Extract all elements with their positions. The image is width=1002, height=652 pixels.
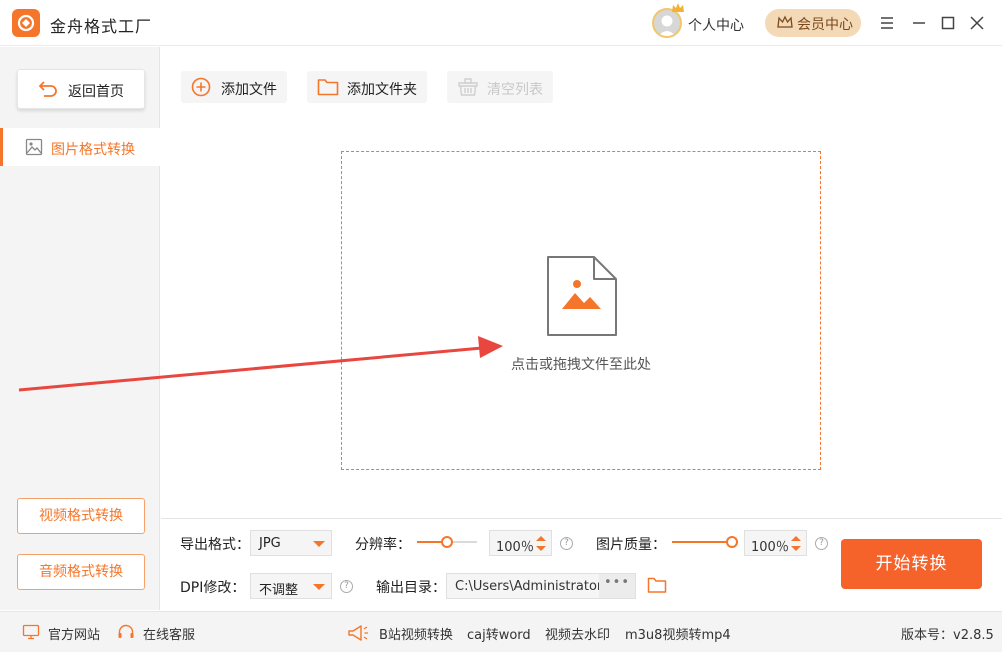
official-website-link[interactable]: 官方网站 — [48, 624, 100, 643]
online-support-link[interactable]: 在线客服 — [143, 624, 195, 643]
export-format-value: JPG — [259, 536, 281, 551]
drop-hint: 点击或拖拽文件至此处 — [511, 357, 651, 373]
chevron-down-icon — [313, 584, 325, 590]
dpi-value: 不调整 — [259, 583, 299, 598]
monitor-icon — [22, 624, 40, 640]
image-quality-label: 图片质量： — [596, 537, 666, 553]
image-quality-value: 100％ — [751, 540, 789, 555]
m3u8-to-mp4-link[interactable]: m3u8视频转mp4 — [625, 624, 731, 643]
export-format-select[interactable]: JPG — [250, 530, 332, 556]
status-bar: 官方网站 在线客服 B站视频转换 caj转word 视频去水印 m3u8视频转m… — [0, 611, 1002, 652]
image-quality-slider-thumb[interactable] — [726, 536, 738, 548]
close-icon[interactable] — [967, 13, 987, 33]
image-quality-stepper[interactable]: 100％ — [744, 530, 807, 556]
question-circle-icon[interactable]: ? — [815, 537, 828, 550]
minimize-icon[interactable] — [909, 13, 929, 33]
image-file-icon — [547, 256, 617, 336]
question-circle-icon[interactable]: ? — [560, 537, 573, 550]
output-dir-value: C:\Users\Administrator\De — [455, 579, 601, 594]
stepper-down-icon[interactable] — [791, 546, 801, 551]
version-label: 版本号：v2.8.5 — [901, 628, 994, 643]
image-icon — [25, 138, 43, 156]
megaphone-icon — [348, 625, 368, 641]
headset-icon — [118, 624, 134, 638]
browse-more-button[interactable]: ••• — [599, 574, 635, 598]
return-home-button[interactable]: 返回首页 — [17, 69, 145, 109]
app-logo-icon — [12, 9, 40, 37]
folder-icon — [317, 79, 339, 96]
stepper-up-icon[interactable] — [536, 536, 546, 541]
export-format-label: 导出格式： — [180, 537, 250, 553]
add-folder-button[interactable]: 添加文件夹 — [307, 71, 427, 103]
audio-convert-button[interactable]: 音频格式转换 — [17, 554, 145, 590]
resolution-value: 100％ — [496, 540, 534, 555]
dpi-label: DPI修改： — [180, 580, 246, 596]
stepper-up-icon[interactable] — [791, 536, 801, 541]
resolution-slider[interactable] — [417, 535, 477, 549]
app-title: 金舟格式工厂 — [50, 17, 153, 36]
add-folder-label: 添加文件夹 — [347, 82, 417, 98]
image-quality-slider[interactable] — [672, 535, 738, 549]
plus-circle-icon — [191, 77, 211, 97]
folder-icon[interactable] — [647, 576, 667, 594]
personal-center-link[interactable]: 个人中心 — [688, 15, 744, 35]
output-dir-label: 输出目录： — [376, 580, 446, 596]
resolution-stepper[interactable]: 100％ — [489, 530, 552, 556]
title-bar: 金舟格式工厂 个人中心 会员中心 — [0, 0, 1002, 46]
output-dir-field[interactable]: C:\Users\Administrator\De ••• — [446, 573, 636, 599]
dpi-select[interactable]: 不调整 — [250, 573, 332, 599]
sidebar-item-image-convert[interactable]: 图片格式转换 — [0, 128, 160, 166]
crown-icon — [777, 15, 793, 28]
video-watermark-link[interactable]: 视频去水印 — [545, 624, 610, 643]
start-convert-button[interactable]: 开始转换 — [841, 539, 982, 589]
avatar[interactable] — [652, 8, 682, 38]
resolution-label: 分辨率： — [355, 537, 411, 553]
maximize-icon[interactable] — [938, 13, 958, 33]
question-circle-icon[interactable]: ? — [340, 580, 353, 593]
vip-center-label: 会员中心 — [797, 17, 853, 33]
vip-center-button[interactable]: 会员中心 — [765, 9, 861, 37]
bilibili-convert-link[interactable]: B站视频转换 — [379, 624, 453, 643]
caj-to-word-link[interactable]: caj转word — [467, 624, 531, 643]
return-home-label: 返回首页 — [68, 84, 124, 100]
return-arrow-icon — [38, 81, 57, 97]
chevron-down-icon — [313, 541, 325, 547]
add-file-label: 添加文件 — [221, 82, 277, 98]
stepper-down-icon[interactable] — [536, 546, 546, 551]
settings-panel: 导出格式： JPG 分辨率： 100％ ? 图片质量： 100％ ? DPI修改… — [161, 518, 1002, 610]
hamburger-menu-icon[interactable] — [877, 13, 897, 33]
sidebar-item-label: 图片格式转换 — [51, 142, 135, 158]
trash-basket-icon — [458, 78, 478, 96]
clear-list-label: 清空列表 — [487, 82, 543, 98]
resolution-slider-thumb[interactable] — [441, 536, 453, 548]
crown-icon — [672, 3, 684, 12]
video-convert-button[interactable]: 视频格式转换 — [17, 498, 145, 534]
file-drop-zone[interactable]: 点击或拖拽文件至此处 — [341, 151, 821, 470]
add-file-button[interactable]: 添加文件 — [181, 71, 287, 103]
clear-list-button[interactable]: 清空列表 — [447, 71, 553, 103]
sidebar: 返回首页 图片格式转换 视频格式转换 音频格式转换 — [0, 47, 160, 610]
